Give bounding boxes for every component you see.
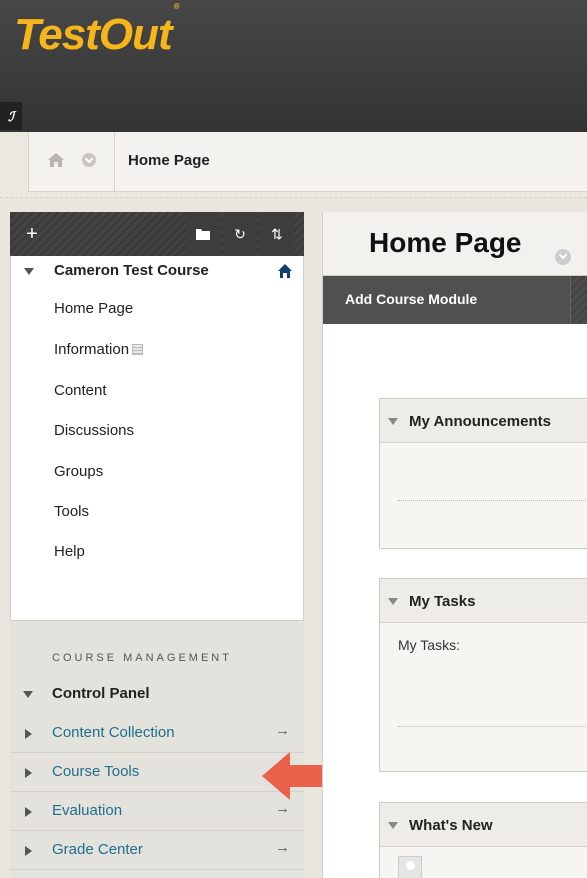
home-icon[interactable] — [47, 152, 65, 168]
module-my-tasks: My Tasks My Tasks: — [379, 578, 587, 772]
arrow-right-icon: → — [275, 722, 290, 739]
folder-icon[interactable] — [186, 212, 220, 256]
module-text: My Tasks: — [398, 637, 460, 653]
module-header[interactable]: My Announcements — [380, 399, 587, 443]
collapse-triangle-icon[interactable] — [388, 822, 398, 829]
module-title: What's New — [409, 817, 493, 834]
collapse-triangle-icon[interactable] — [23, 691, 33, 698]
control-panel-item-evaluation[interactable]: Evaluation → — [10, 792, 304, 831]
user-avatar — [398, 856, 422, 878]
module-title: My Announcements — [409, 413, 551, 430]
breadcrumb-current[interactable]: Home Page — [128, 152, 210, 169]
control-panel-item-label[interactable]: Grade Center — [52, 841, 143, 858]
course-title-row[interactable]: Cameron Test Course — [11, 256, 303, 286]
menu-item-content[interactable]: Content — [54, 382, 107, 399]
collapse-triangle-icon[interactable] — [388, 598, 398, 605]
module-body — [380, 443, 587, 548]
menu-item-discussions[interactable]: Discussions — [54, 422, 134, 439]
divider — [398, 726, 587, 727]
breadcrumb-divider — [114, 132, 115, 192]
link-icon[interactable]: ℐ — [0, 102, 22, 130]
module-body: My Tasks: — [380, 623, 587, 771]
collapse-triangle-icon[interactable] — [24, 268, 34, 275]
page-options-chevron-icon[interactable] — [555, 249, 571, 265]
expand-triangle-icon[interactable] — [25, 807, 32, 817]
control-panel-item-label[interactable]: Evaluation — [52, 802, 122, 819]
course-home-icon — [278, 264, 292, 278]
divider — [398, 500, 587, 501]
module-body — [380, 847, 587, 878]
menu-item-groups[interactable]: Groups — [54, 463, 103, 480]
module-my-announcements: My Announcements — [379, 398, 587, 549]
course-management-panel: COURSE MANAGEMENT Control Panel Content … — [10, 621, 304, 878]
module-header[interactable]: What's New — [380, 803, 587, 847]
menu-item-home-page[interactable]: Home Page — [54, 300, 133, 317]
control-panel-item-grade-center[interactable]: Grade Center → — [10, 831, 304, 870]
expand-triangle-icon[interactable] — [25, 768, 32, 778]
main-content: Home Page Add Course Module My Announcem… — [322, 212, 587, 878]
course-management-heading: COURSE MANAGEMENT — [52, 652, 232, 664]
top-banner: TestOut® ℐ — [0, 0, 587, 132]
testout-logo[interactable]: TestOut® — [14, 2, 179, 60]
action-bar: Add Course Module — [323, 276, 587, 324]
control-panel-title[interactable]: Control Panel — [52, 685, 150, 702]
add-menu-item-button[interactable]: + — [10, 212, 54, 256]
control-panel-item-content-collection[interactable]: Content Collection → — [10, 714, 304, 753]
breadcrumb: Home Page — [28, 132, 587, 192]
module-header[interactable]: My Tasks — [380, 579, 587, 623]
arrow-right-icon: → — [275, 839, 290, 856]
module-whats-new: What's New — [379, 802, 587, 878]
module-title: My Tasks — [409, 593, 476, 610]
course-title[interactable]: Cameron Test Course — [54, 262, 209, 279]
breadcrumb-bar: Home Page — [0, 132, 587, 198]
empty-content-icon — [132, 344, 144, 355]
control-panel-item-course-tools[interactable]: Course Tools — [10, 753, 304, 792]
page-title: Home Page — [369, 227, 522, 258]
refresh-icon[interactable]: ↻ — [223, 212, 257, 256]
sort-icon[interactable]: ⇅ — [260, 212, 294, 256]
menu-item-information[interactable]: Information — [54, 341, 144, 358]
arrow-right-icon: → — [275, 800, 290, 817]
expand-triangle-icon[interactable] — [25, 846, 32, 856]
expand-triangle-icon[interactable] — [25, 729, 32, 739]
collapse-triangle-icon[interactable] — [388, 418, 398, 425]
course-menu-toolbar: + ↻ ⇅ — [10, 212, 304, 256]
page-header: Home Page — [323, 212, 587, 276]
menu-item-help[interactable]: Help — [54, 543, 85, 560]
menu-item-tools[interactable]: Tools — [54, 503, 89, 520]
course-menu: Cameron Test Course Home Page Informatio… — [10, 256, 304, 621]
add-course-module-button[interactable]: Add Course Module — [323, 276, 571, 324]
menu-item-information-label: Information — [54, 341, 130, 358]
control-panel-item-label[interactable]: Course Tools — [52, 763, 139, 780]
control-panel-item-label[interactable]: Content Collection — [52, 724, 175, 741]
breadcrumb-menu-chevron-icon[interactable] — [82, 153, 96, 167]
